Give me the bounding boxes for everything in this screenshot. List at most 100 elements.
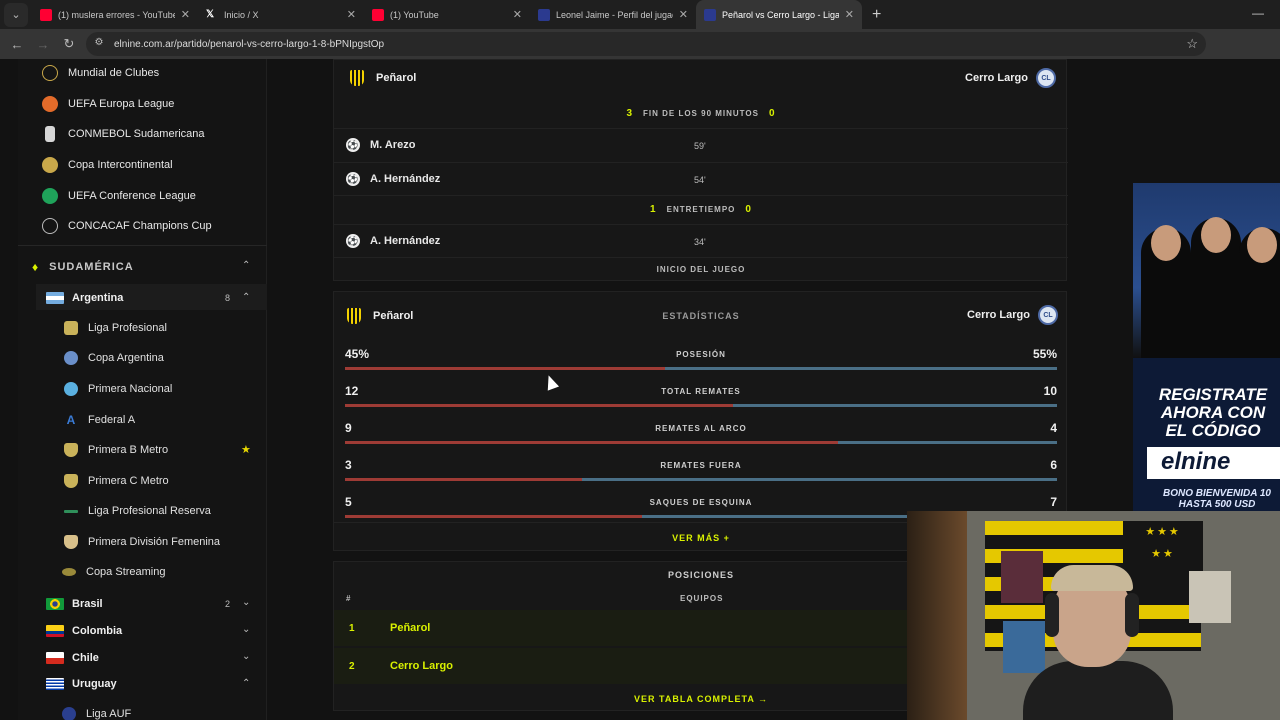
sidebar-item-conference[interactable]: UEFA Conference League xyxy=(42,188,196,204)
league-crest-icon xyxy=(64,321,78,335)
back-icon[interactable]: ← xyxy=(4,37,30,52)
home-team[interactable]: Peñarol xyxy=(350,70,416,86)
stat-away-value: 55% xyxy=(1032,347,1057,361)
new-tab-icon[interactable]: + xyxy=(872,6,881,24)
ad-headline-1: REGISTRATE xyxy=(1158,385,1268,404)
row-divider xyxy=(334,224,1068,225)
penarol-crest-icon xyxy=(350,70,364,86)
chevron-up-icon[interactable]: ⌃ xyxy=(242,260,250,271)
goal-player: A. Hernández xyxy=(370,235,441,247)
chevron-down-icon[interactable]: ⌄ xyxy=(242,651,250,662)
chevron-down-icon[interactable]: ⌄ xyxy=(242,597,250,608)
country-uruguay[interactable]: Uruguay xyxy=(46,678,117,690)
webcam-headset xyxy=(1045,593,1059,637)
league-crest-icon xyxy=(64,382,78,396)
stat-label: POSESIÓN xyxy=(676,350,726,359)
league-label: Liga AUF xyxy=(86,708,132,720)
stat-bar xyxy=(345,404,1057,407)
goal-player: M. Arezo xyxy=(370,139,416,151)
country-brasil[interactable]: Brasil xyxy=(46,598,103,610)
advertisement-banner[interactable]: REGISTRATE AHORA CON EL CÓDIGO elnine BO… xyxy=(1133,183,1280,519)
tab-search-icon[interactable]: ⌄ xyxy=(4,2,28,27)
league-label: Copa Argentina xyxy=(88,352,164,364)
row-divider xyxy=(334,162,1068,163)
ft-home-score: 3 xyxy=(626,108,633,119)
league-federal-a[interactable]: A Federal A xyxy=(64,413,135,427)
row-team: Cerro Largo xyxy=(390,660,453,672)
league-primera-nacional[interactable]: Primera Nacional xyxy=(64,382,172,396)
league-crest-icon xyxy=(64,351,78,365)
sidebar-item-mundial[interactable]: Mundial de Clubes xyxy=(42,65,159,81)
close-tab-icon[interactable]: ✕ xyxy=(845,8,854,21)
league-copa-argentina[interactable]: Copa Argentina xyxy=(64,351,164,365)
forward-icon[interactable]: → xyxy=(30,37,56,52)
country-label: Argentina xyxy=(72,292,124,304)
row-rank: 1 xyxy=(349,623,355,634)
league-label: Liga Profesional xyxy=(88,322,167,334)
league-crest-icon xyxy=(62,568,76,576)
stat-row: 12 TOTAL REMATES 10 xyxy=(345,384,1057,410)
sidebar-item-intercontinental[interactable]: Copa Intercontinental xyxy=(42,157,173,173)
sidebar-item-sudamericana[interactable]: CONMEBOL Sudamericana xyxy=(42,126,205,142)
bookmark-star-icon[interactable]: ☆ xyxy=(1186,36,1198,52)
soccer-ball-icon: ⚽ xyxy=(346,234,360,248)
row-divider xyxy=(334,257,1068,258)
minimize-window-icon[interactable]: — xyxy=(1252,6,1264,20)
browser-tab[interactable]: Leonel Jaime - Perfil del jugador ✕ xyxy=(530,0,696,29)
close-tab-icon[interactable]: ✕ xyxy=(181,8,190,21)
browser-tab-active[interactable]: Peñarol vs Cerro Largo - Liga A ✕ xyxy=(696,0,862,29)
league-primera-femenina[interactable]: Primera División Femenina xyxy=(64,535,220,549)
reload-icon[interactable]: ↻ xyxy=(56,36,82,52)
country-colombia[interactable]: Colombia xyxy=(46,625,122,637)
ht-away-score: 0 xyxy=(745,204,752,215)
country-chile[interactable]: Chile xyxy=(46,652,99,664)
soccer-ball-icon: ⚽ xyxy=(346,138,360,152)
home-team-name: Peñarol xyxy=(376,72,417,84)
chevron-down-icon[interactable]: ⌄ xyxy=(242,624,250,635)
goal-event[interactable]: ⚽ M. Arezo xyxy=(346,138,415,152)
browser-tab[interactable]: (1) muslera errores - YouTube ✕ xyxy=(32,0,198,29)
url-bar[interactable]: ⚙ elnine.com.ar/partido/penarol-vs-cerro… xyxy=(86,32,1206,56)
league-label: Primera Nacional xyxy=(88,383,173,395)
stats-away-team[interactable]: Cerro Largo CL xyxy=(967,305,1058,325)
league-primera-c-metro[interactable]: Primera C Metro xyxy=(64,474,169,488)
stat-bar-home-fill xyxy=(345,404,734,407)
browser-tab[interactable]: 𝕏 Inicio / X ✕ xyxy=(198,0,364,29)
league-crest-icon: A xyxy=(66,413,76,427)
webcam-headset xyxy=(1125,593,1139,637)
sidebar-item-europa[interactable]: UEFA Europa League xyxy=(42,96,174,112)
stat-bar-home-fill xyxy=(345,441,838,444)
fulltime-score: 3 FIN DE LOS 90 MINUTOS 0 xyxy=(334,108,1068,119)
sidebar-item-concacaf[interactable]: CONCACAF Champions Cup xyxy=(42,218,212,234)
goal-event[interactable]: ⚽ A. Hernández xyxy=(346,172,440,186)
stat-away-value: 4 xyxy=(1050,421,1057,435)
league-label: Primera División Femenina xyxy=(88,536,221,548)
ad-headline-2: AHORA CON xyxy=(1160,403,1266,422)
league-liga-auf[interactable]: Liga AUF xyxy=(62,707,131,720)
site-info-icon[interactable]: ⚙ xyxy=(92,37,106,51)
chevron-up-icon[interactable]: ⌃ xyxy=(242,292,250,303)
sidebar-item-label: UEFA Conference League xyxy=(68,190,196,202)
webcam-shirt xyxy=(1023,661,1173,720)
favorite-star-icon[interactable]: ★ xyxy=(241,443,251,456)
league-primera-b-metro[interactable]: Primera B Metro xyxy=(64,443,168,457)
league-crest-icon xyxy=(64,509,78,513)
browser-tab[interactable]: (1) YouTube ✕ xyxy=(364,0,530,29)
away-team[interactable]: Cerro Largo CL xyxy=(965,68,1056,88)
country-count: 2 xyxy=(225,599,231,609)
close-tab-icon[interactable]: ✕ xyxy=(347,8,356,21)
tab-title: Peñarol vs Cerro Largo - Liga A xyxy=(722,9,839,20)
close-tab-icon[interactable]: ✕ xyxy=(513,8,522,21)
match-summary-card: Peñarol Cerro Largo CL 3 FIN DE LOS 90 MI… xyxy=(333,59,1068,281)
tab-title: Leonel Jaime - Perfil del jugador xyxy=(556,9,673,20)
halftime-score: 1 ENTRETIEMPO 0 xyxy=(334,204,1068,215)
close-tab-icon[interactable]: ✕ xyxy=(679,8,688,21)
concacaf-icon xyxy=(42,218,58,234)
league-liga-profesional[interactable]: Liga Profesional xyxy=(64,321,167,335)
country-argentina[interactable]: Argentina xyxy=(46,292,123,304)
league-liga-profesional-reserva[interactable]: Liga Profesional Reserva xyxy=(64,505,211,517)
chevron-up-icon[interactable]: ⌃ xyxy=(242,678,250,689)
goal-event[interactable]: ⚽ A. Hernández xyxy=(346,234,440,248)
sidebar-section-sudamerica[interactable]: ♦ SUDAMÉRICA xyxy=(32,260,134,274)
league-copa-streaming[interactable]: Copa Streaming xyxy=(62,566,166,578)
